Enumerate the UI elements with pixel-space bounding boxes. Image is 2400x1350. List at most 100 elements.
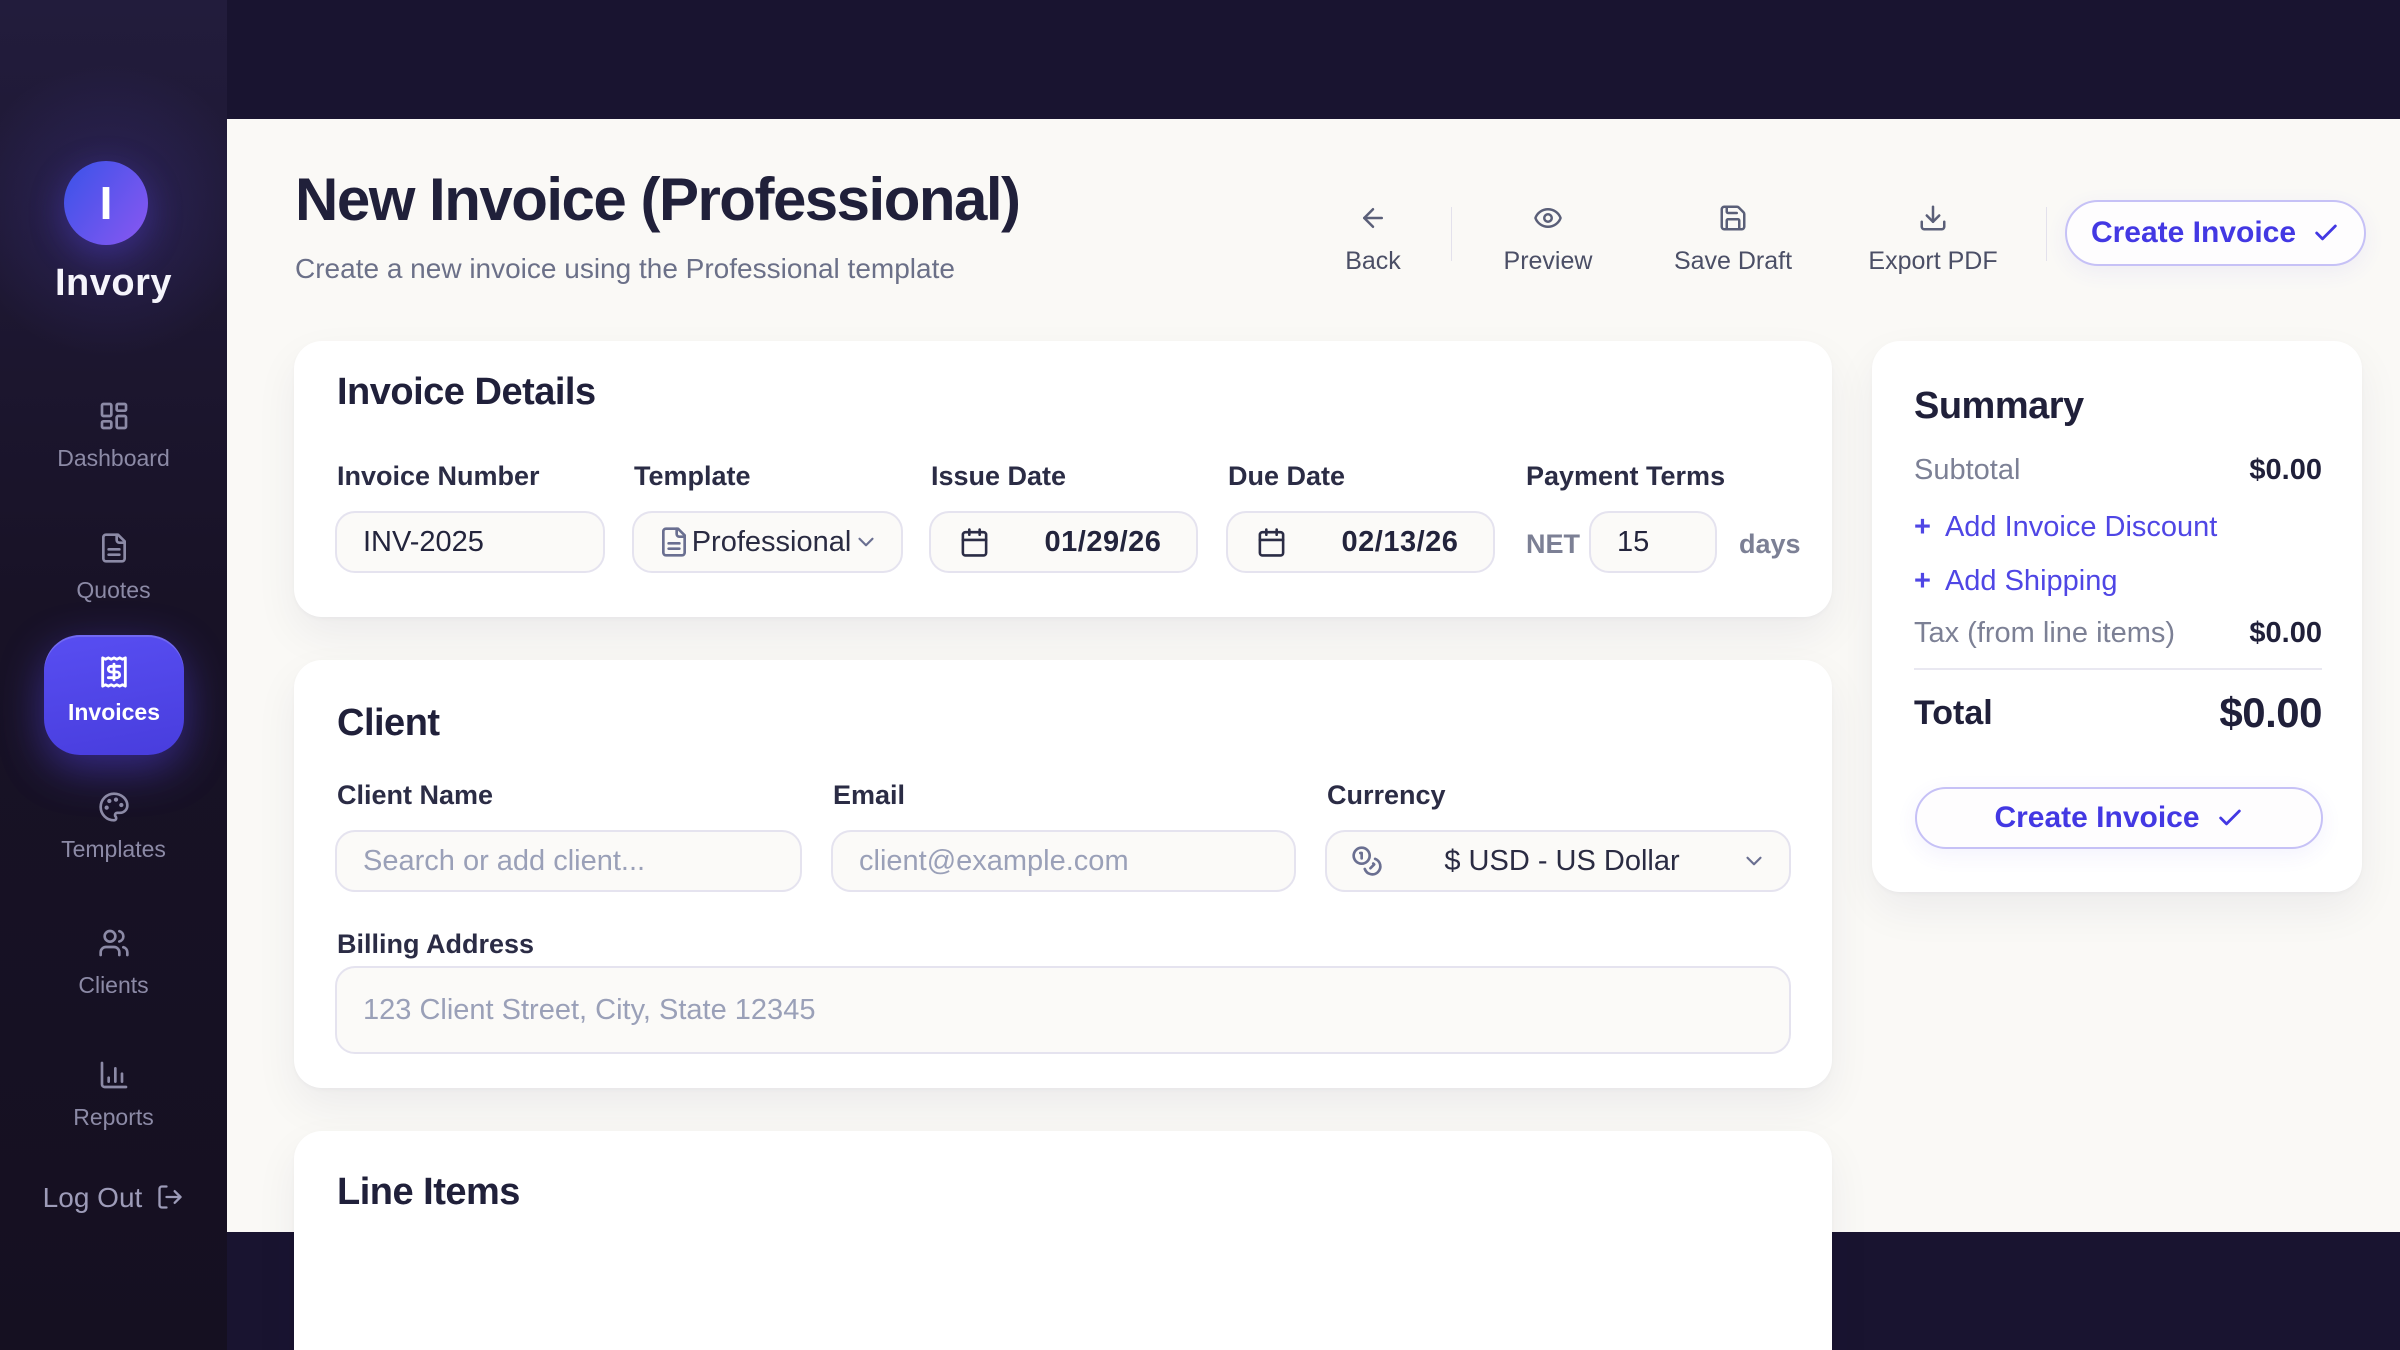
back-label: Back: [1298, 247, 1448, 276]
template-select[interactable]: Professional: [632, 511, 903, 573]
client-name-input[interactable]: [335, 830, 802, 892]
quotes-icon: [98, 532, 130, 564]
billing-address-input[interactable]: 123 Client Street, City, State 12345: [335, 966, 1791, 1054]
eye-icon: [1533, 203, 1563, 233]
email-label: Email: [833, 780, 905, 811]
days-suffix-label: days: [1739, 529, 1801, 560]
save-draft-button[interactable]: Save Draft: [1658, 203, 1808, 276]
email-input[interactable]: [831, 830, 1296, 892]
payment-terms-label: Payment Terms: [1526, 461, 1725, 492]
page-subtitle: Create a new invoice using the Professio…: [295, 253, 955, 285]
save-icon: [1718, 203, 1748, 233]
template-label: Template: [634, 461, 751, 492]
due-date-value: 02/13/26: [1307, 526, 1493, 559]
issue-date-value: 01/29/26: [1010, 526, 1196, 559]
invoices-receipt-icon: [97, 655, 131, 689]
file-text-icon: [658, 526, 690, 558]
net-prefix-label: NET: [1526, 529, 1580, 560]
create-invoice-label: Create Invoice: [1994, 801, 2199, 835]
create-invoice-button[interactable]: Create Invoice: [2065, 200, 2366, 266]
invoice-number-label: Invoice Number: [337, 461, 540, 492]
calendar-icon: [959, 527, 990, 558]
sidebar-item-label: Reports: [0, 1104, 227, 1131]
total-label: Total: [1914, 694, 1993, 733]
preview-button[interactable]: Preview: [1473, 203, 1623, 276]
export-pdf-label: Export PDF: [1858, 247, 2008, 276]
page-title: New Invoice (Professional): [295, 165, 1020, 234]
sidebar: I Invory Dashboard Quotes Invoices T: [0, 0, 227, 1350]
sidebar-item-quotes[interactable]: Quotes: [0, 532, 227, 604]
create-invoice-button-summary[interactable]: Create Invoice: [1915, 787, 2323, 849]
currency-label: Currency: [1327, 780, 1446, 811]
section-title-line-items: Line Items: [337, 1171, 520, 1214]
section-title-invoice-details: Invoice Details: [337, 371, 596, 414]
sidebar-item-label: Invoices: [44, 699, 184, 726]
template-value: Professional: [690, 526, 853, 559]
export-pdf-button[interactable]: Export PDF: [1858, 203, 2008, 276]
sidebar-item-templates[interactable]: Templates: [0, 791, 227, 863]
subtotal-label: Subtotal: [1914, 454, 2020, 487]
client-name-label: Client Name: [337, 780, 493, 811]
section-title-client: Client: [337, 702, 440, 745]
header-divider: [1451, 207, 1452, 261]
sidebar-item-dashboard[interactable]: Dashboard: [0, 400, 227, 472]
issue-date-label: Issue Date: [931, 461, 1066, 492]
chevron-down-icon: [1741, 848, 1767, 874]
save-draft-label: Save Draft: [1658, 247, 1808, 276]
add-shipping-label: Add Shipping: [1945, 565, 2118, 597]
header-divider: [2046, 207, 2047, 261]
brand-name: Invory: [0, 262, 227, 305]
invoice-details-card: Invoice Details Invoice Number Template …: [294, 341, 1832, 617]
brand-initial: I: [100, 176, 113, 230]
main-content: New Invoice (Professional) Create a new …: [227, 119, 2400, 1232]
reports-chart-icon: [98, 1059, 130, 1091]
sidebar-item-label: Templates: [0, 836, 227, 863]
download-icon: [1918, 203, 1948, 233]
plus-icon: +: [1914, 565, 1931, 597]
invoice-number-input[interactable]: [335, 511, 605, 573]
tax-row: Tax (from line items) $0.00: [1914, 617, 2322, 650]
billing-address-placeholder: 123 Client Street, City, State 12345: [363, 994, 815, 1027]
app-window: I Invory Dashboard Quotes Invoices T: [0, 0, 2400, 1350]
arrow-left-icon: [1358, 203, 1388, 233]
brand-logo: I: [64, 161, 148, 245]
plus-icon: +: [1914, 511, 1931, 543]
dashboard-icon: [98, 400, 130, 432]
summary-divider: [1914, 668, 2322, 670]
sidebar-item-label: Quotes: [0, 577, 227, 604]
tax-label: Tax (from line items): [1914, 617, 2175, 650]
currency-select[interactable]: $ USD - US Dollar: [1325, 830, 1791, 892]
add-invoice-discount-label: Add Invoice Discount: [1945, 511, 2217, 543]
section-title-summary: Summary: [1914, 385, 2084, 428]
back-button[interactable]: Back: [1298, 203, 1448, 276]
logout-icon: [156, 1183, 184, 1211]
subtotal-row: Subtotal $0.00: [1914, 454, 2322, 487]
client-card: Client Client Name Email Currency $ USD …: [294, 660, 1832, 1088]
due-date-label: Due Date: [1228, 461, 1345, 492]
sidebar-item-label: Dashboard: [0, 445, 227, 472]
payment-terms-input[interactable]: [1589, 511, 1717, 573]
templates-palette-icon: [98, 791, 130, 823]
sidebar-item-clients[interactable]: Clients: [0, 927, 227, 999]
subtotal-value: $0.00: [2249, 454, 2322, 487]
coins-icon: [1351, 845, 1383, 877]
check-icon: [2216, 804, 2244, 832]
chevron-down-icon: [853, 529, 879, 555]
currency-value: $ USD - US Dollar: [1383, 845, 1741, 878]
total-value: $0.00: [2219, 689, 2322, 737]
create-invoice-label: Create Invoice: [2091, 216, 2296, 250]
sidebar-item-invoices[interactable]: Invoices: [44, 635, 184, 755]
check-icon: [2312, 219, 2340, 247]
sidebar-item-reports[interactable]: Reports: [0, 1059, 227, 1131]
tax-value: $0.00: [2249, 617, 2322, 650]
add-shipping-link[interactable]: + Add Shipping: [1914, 565, 2117, 598]
summary-card: Summary Subtotal $0.00 + Add Invoice Disc…: [1872, 341, 2362, 892]
clients-users-icon: [98, 927, 130, 959]
add-invoice-discount-link[interactable]: + Add Invoice Discount: [1914, 511, 2217, 544]
line-items-card: Line Items: [294, 1131, 1832, 1350]
preview-label: Preview: [1473, 247, 1623, 276]
total-row: Total $0.00: [1914, 689, 2322, 737]
issue-date-input[interactable]: 01/29/26: [929, 511, 1198, 573]
logout-button[interactable]: Log Out: [0, 1182, 227, 1214]
due-date-input[interactable]: 02/13/26: [1226, 511, 1495, 573]
